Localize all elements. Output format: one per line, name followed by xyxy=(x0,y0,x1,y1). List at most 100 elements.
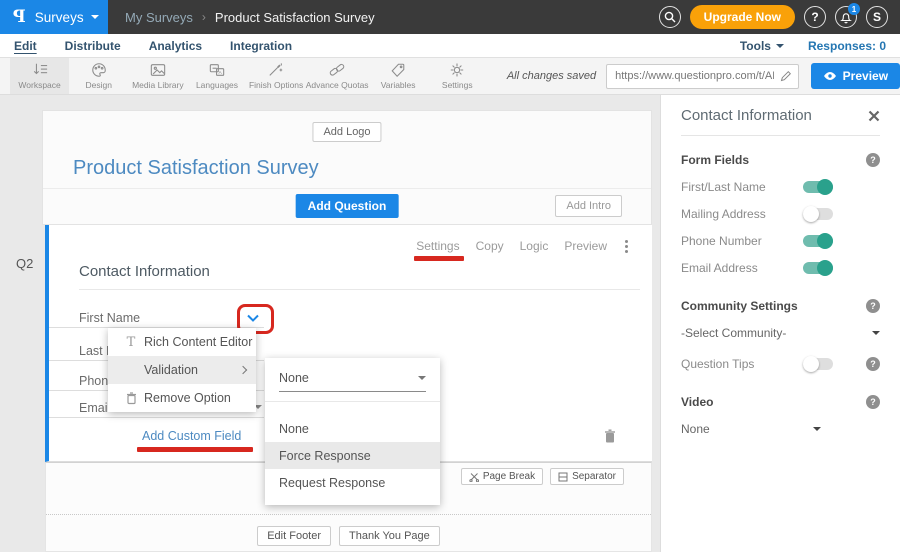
text-editor-icon: T xyxy=(118,335,144,350)
mailing-address-toggle[interactable] xyxy=(803,208,833,220)
field-email-line xyxy=(49,417,264,418)
page-break-button[interactable]: Page Break xyxy=(461,468,543,485)
community-settings-heading: Community Settings xyxy=(681,299,798,313)
chevron-right-icon xyxy=(239,366,247,374)
gear-icon xyxy=(448,62,466,78)
help-icon[interactable]: ? xyxy=(866,395,880,409)
separator-icon xyxy=(558,472,568,482)
notifications-button[interactable]: 1 xyxy=(835,6,857,28)
validation-option-request-response[interactable]: Request Response xyxy=(265,469,440,496)
eye-icon xyxy=(823,71,837,81)
tool-advance-quotas[interactable]: Advance Quotas xyxy=(306,58,369,94)
question-title[interactable]: Contact Information xyxy=(79,263,210,280)
add-intro-button[interactable]: Add Intro xyxy=(555,195,622,217)
save-status: All changes saved xyxy=(507,70,596,82)
separator-button[interactable]: Separator xyxy=(550,468,624,485)
menu-item-rich-content-editor[interactable]: T Rich Content Editor xyxy=(108,328,256,356)
community-select[interactable]: -Select Community- xyxy=(681,326,880,340)
editor-toolbar: Workspace Design Media Library A Languag… xyxy=(0,58,900,95)
questionpro-survey-editor: P Surveys My Surveys › Product Satisfact… xyxy=(0,0,900,552)
edit-url-button[interactable] xyxy=(774,64,798,89)
thank-you-page-button[interactable]: Thank You Page xyxy=(339,526,440,546)
tools-menu[interactable]: Tools xyxy=(740,39,784,53)
footer-buttons: Edit Footer Thank You Page xyxy=(46,526,651,546)
product-switcher[interactable]: P Surveys xyxy=(0,0,108,34)
survey-url[interactable]: https://www.questionpro.com/t/AP53kZgUI xyxy=(607,70,774,82)
validation-submenu: None None Force Response Request Respons… xyxy=(265,358,440,505)
question-actions: Settings Copy Logic Preview xyxy=(416,239,630,253)
workspace-icon xyxy=(31,62,49,78)
upgrade-now-button[interactable]: Upgrade Now xyxy=(690,5,795,29)
trash-icon xyxy=(604,429,616,444)
panel-title: Contact Information xyxy=(681,107,812,124)
breadcrumb-my-surveys[interactable]: My Surveys xyxy=(125,10,193,25)
top-navbar: P Surveys My Surveys › Product Satisfact… xyxy=(0,0,900,34)
survey-header-card: Add Logo Product Satisfaction Survey Add… xyxy=(42,110,652,225)
menu-item-validation[interactable]: Validation xyxy=(108,356,256,384)
phone-number-toggle[interactable] xyxy=(803,235,833,247)
validation-option-force-response[interactable]: Force Response xyxy=(265,442,440,469)
help-button[interactable]: ? xyxy=(804,6,826,28)
question-divider xyxy=(79,289,640,290)
add-custom-field-link[interactable]: Add Custom Field xyxy=(142,429,241,443)
section-controls: Page Break Separator xyxy=(461,468,624,485)
toggle-row-mailing-address: Mailing Address xyxy=(681,207,880,221)
question-action-settings[interactable]: Settings xyxy=(416,239,459,253)
question-tips-toggle[interactable] xyxy=(803,358,833,370)
tab-distribute[interactable]: Distribute xyxy=(65,39,121,53)
help-icon[interactable]: ? xyxy=(866,299,880,313)
close-panel-button[interactable] xyxy=(868,110,880,122)
survey-title[interactable]: Product Satisfaction Survey xyxy=(73,157,319,180)
chain-links-icon xyxy=(328,62,346,78)
help-icon[interactable]: ? xyxy=(866,357,880,371)
more-options-icon[interactable] xyxy=(623,240,630,253)
notification-badge: 1 xyxy=(848,3,860,15)
first-last-name-toggle[interactable] xyxy=(803,181,833,193)
edit-footer-button[interactable]: Edit Footer xyxy=(257,526,331,546)
question-action-preview[interactable]: Preview xyxy=(564,239,607,253)
tool-variables[interactable]: Variables xyxy=(369,58,428,94)
field-options-chevron-icon[interactable] xyxy=(245,311,261,329)
add-logo-button[interactable]: Add Logo xyxy=(312,122,381,142)
navbar-actions: Upgrade Now ? 1 S xyxy=(659,5,900,29)
validation-option-none[interactable]: None xyxy=(265,415,440,442)
annotation-settings-underline xyxy=(414,256,463,261)
toggle-row-question-tips: Question Tips ? xyxy=(681,357,880,371)
survey-tabbar: Edit Distribute Analytics Integration To… xyxy=(0,34,900,58)
submenu-divider xyxy=(265,401,440,402)
tool-workspace[interactable]: Workspace xyxy=(10,58,69,94)
annotation-custom-field-underline xyxy=(137,447,253,452)
scissors-icon xyxy=(469,472,479,482)
question-action-copy[interactable]: Copy xyxy=(476,239,504,253)
breadcrumb-current-survey: Product Satisfaction Survey xyxy=(215,10,375,25)
video-heading: Video xyxy=(681,395,713,409)
tool-finish-options[interactable]: Finish Options xyxy=(247,58,306,94)
tab-integration[interactable]: Integration xyxy=(230,39,292,53)
validation-select[interactable]: None xyxy=(279,371,426,392)
question-number: Q2 xyxy=(16,256,33,271)
question-settings-panel: Contact Information Form Fields ? First/… xyxy=(660,95,900,552)
tool-media-library[interactable]: Media Library xyxy=(128,58,187,94)
email-address-toggle[interactable] xyxy=(803,262,833,274)
tool-settings[interactable]: Settings xyxy=(428,58,487,94)
tool-design[interactable]: Design xyxy=(69,58,128,94)
survey-url-field[interactable]: https://www.questionpro.com/t/AP53kZgUI xyxy=(606,64,799,89)
question-action-logic[interactable]: Logic xyxy=(520,239,549,253)
add-question-button[interactable]: Add Question xyxy=(296,194,399,218)
validation-options: None Force Response Request Response xyxy=(265,415,440,496)
video-select[interactable]: None xyxy=(681,422,880,436)
search-button[interactable] xyxy=(659,6,681,28)
form-fields-heading: Form Fields xyxy=(681,153,749,167)
menu-item-remove-option[interactable]: Remove Option xyxy=(108,384,256,412)
close-icon xyxy=(868,110,880,122)
tool-languages[interactable]: A Languages xyxy=(187,58,246,94)
help-icon[interactable]: ? xyxy=(866,153,880,167)
languages-icon: A xyxy=(208,62,226,78)
preview-button[interactable]: Preview xyxy=(811,63,900,89)
tab-edit[interactable]: Edit xyxy=(14,39,37,53)
delete-question-button[interactable] xyxy=(604,429,616,449)
responses-count[interactable]: Responses: 0 xyxy=(808,39,886,53)
tab-analytics[interactable]: Analytics xyxy=(149,39,202,53)
caret-down-icon xyxy=(776,44,784,48)
avatar[interactable]: S xyxy=(866,6,888,28)
